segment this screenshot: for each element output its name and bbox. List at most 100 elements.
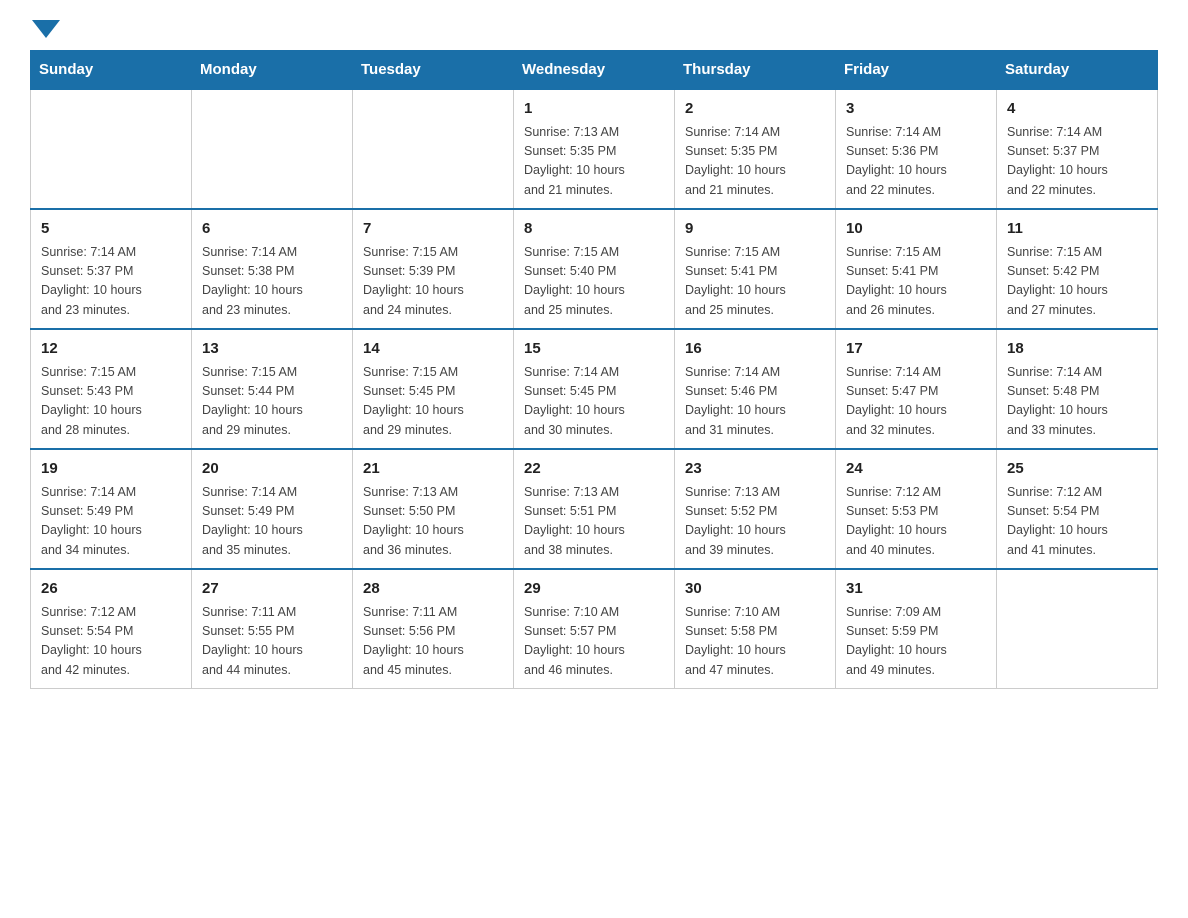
calendar-cell: 31Sunrise: 7:09 AMSunset: 5:59 PMDayligh… xyxy=(836,569,997,689)
day-number: 26 xyxy=(41,578,181,601)
calendar-cell: 30Sunrise: 7:10 AMSunset: 5:58 PMDayligh… xyxy=(675,569,836,689)
day-number: 10 xyxy=(846,218,986,241)
day-info: Sunrise: 7:15 AMSunset: 5:39 PMDaylight:… xyxy=(363,243,503,321)
calendar-cell: 6Sunrise: 7:14 AMSunset: 5:38 PMDaylight… xyxy=(192,209,353,329)
calendar-header-wednesday: Wednesday xyxy=(514,51,675,90)
calendar-cell: 19Sunrise: 7:14 AMSunset: 5:49 PMDayligh… xyxy=(31,449,192,569)
calendar-header-sunday: Sunday xyxy=(31,51,192,90)
calendar-cell: 22Sunrise: 7:13 AMSunset: 5:51 PMDayligh… xyxy=(514,449,675,569)
day-number: 31 xyxy=(846,578,986,601)
day-info: Sunrise: 7:12 AMSunset: 5:54 PMDaylight:… xyxy=(1007,483,1147,561)
day-info: Sunrise: 7:09 AMSunset: 5:59 PMDaylight:… xyxy=(846,603,986,681)
day-number: 11 xyxy=(1007,218,1147,241)
calendar-cell: 29Sunrise: 7:10 AMSunset: 5:57 PMDayligh… xyxy=(514,569,675,689)
calendar-week-2: 5Sunrise: 7:14 AMSunset: 5:37 PMDaylight… xyxy=(31,209,1158,329)
calendar-cell: 7Sunrise: 7:15 AMSunset: 5:39 PMDaylight… xyxy=(353,209,514,329)
day-info: Sunrise: 7:11 AMSunset: 5:55 PMDaylight:… xyxy=(202,603,342,681)
calendar-cell: 2Sunrise: 7:14 AMSunset: 5:35 PMDaylight… xyxy=(675,89,836,209)
calendar-cell: 9Sunrise: 7:15 AMSunset: 5:41 PMDaylight… xyxy=(675,209,836,329)
day-number: 22 xyxy=(524,458,664,481)
day-number: 1 xyxy=(524,98,664,121)
day-number: 21 xyxy=(363,458,503,481)
page-header xyxy=(30,20,1158,30)
day-info: Sunrise: 7:15 AMSunset: 5:45 PMDaylight:… xyxy=(363,363,503,441)
day-number: 14 xyxy=(363,338,503,361)
calendar-cell: 10Sunrise: 7:15 AMSunset: 5:41 PMDayligh… xyxy=(836,209,997,329)
calendar-cell: 21Sunrise: 7:13 AMSunset: 5:50 PMDayligh… xyxy=(353,449,514,569)
calendar-cell: 16Sunrise: 7:14 AMSunset: 5:46 PMDayligh… xyxy=(675,329,836,449)
calendar-header-saturday: Saturday xyxy=(997,51,1158,90)
day-number: 5 xyxy=(41,218,181,241)
calendar-cell: 28Sunrise: 7:11 AMSunset: 5:56 PMDayligh… xyxy=(353,569,514,689)
calendar-table: SundayMondayTuesdayWednesdayThursdayFrid… xyxy=(30,50,1158,689)
day-number: 18 xyxy=(1007,338,1147,361)
day-info: Sunrise: 7:14 AMSunset: 5:35 PMDaylight:… xyxy=(685,123,825,201)
day-info: Sunrise: 7:15 AMSunset: 5:44 PMDaylight:… xyxy=(202,363,342,441)
calendar-cell: 17Sunrise: 7:14 AMSunset: 5:47 PMDayligh… xyxy=(836,329,997,449)
day-number: 25 xyxy=(1007,458,1147,481)
day-info: Sunrise: 7:13 AMSunset: 5:50 PMDaylight:… xyxy=(363,483,503,561)
calendar-cell: 27Sunrise: 7:11 AMSunset: 5:55 PMDayligh… xyxy=(192,569,353,689)
calendar-cell: 26Sunrise: 7:12 AMSunset: 5:54 PMDayligh… xyxy=(31,569,192,689)
day-number: 27 xyxy=(202,578,342,601)
day-info: Sunrise: 7:15 AMSunset: 5:42 PMDaylight:… xyxy=(1007,243,1147,321)
calendar-cell: 23Sunrise: 7:13 AMSunset: 5:52 PMDayligh… xyxy=(675,449,836,569)
day-info: Sunrise: 7:12 AMSunset: 5:53 PMDaylight:… xyxy=(846,483,986,561)
day-info: Sunrise: 7:14 AMSunset: 5:48 PMDaylight:… xyxy=(1007,363,1147,441)
logo-triangle-icon xyxy=(32,20,60,38)
day-info: Sunrise: 7:13 AMSunset: 5:51 PMDaylight:… xyxy=(524,483,664,561)
calendar-week-4: 19Sunrise: 7:14 AMSunset: 5:49 PMDayligh… xyxy=(31,449,1158,569)
day-info: Sunrise: 7:14 AMSunset: 5:38 PMDaylight:… xyxy=(202,243,342,321)
day-info: Sunrise: 7:14 AMSunset: 5:47 PMDaylight:… xyxy=(846,363,986,441)
day-info: Sunrise: 7:10 AMSunset: 5:58 PMDaylight:… xyxy=(685,603,825,681)
calendar-cell: 5Sunrise: 7:14 AMSunset: 5:37 PMDaylight… xyxy=(31,209,192,329)
day-number: 6 xyxy=(202,218,342,241)
day-info: Sunrise: 7:15 AMSunset: 5:41 PMDaylight:… xyxy=(685,243,825,321)
calendar-header-monday: Monday xyxy=(192,51,353,90)
day-info: Sunrise: 7:14 AMSunset: 5:46 PMDaylight:… xyxy=(685,363,825,441)
calendar-week-1: 1Sunrise: 7:13 AMSunset: 5:35 PMDaylight… xyxy=(31,89,1158,209)
day-info: Sunrise: 7:14 AMSunset: 5:36 PMDaylight:… xyxy=(846,123,986,201)
day-number: 23 xyxy=(685,458,825,481)
calendar-cell: 20Sunrise: 7:14 AMSunset: 5:49 PMDayligh… xyxy=(192,449,353,569)
day-number: 12 xyxy=(41,338,181,361)
day-info: Sunrise: 7:14 AMSunset: 5:49 PMDaylight:… xyxy=(41,483,181,561)
calendar-week-5: 26Sunrise: 7:12 AMSunset: 5:54 PMDayligh… xyxy=(31,569,1158,689)
calendar-cell xyxy=(997,569,1158,689)
day-info: Sunrise: 7:14 AMSunset: 5:37 PMDaylight:… xyxy=(1007,123,1147,201)
calendar-cell xyxy=(192,89,353,209)
day-number: 17 xyxy=(846,338,986,361)
day-number: 7 xyxy=(363,218,503,241)
calendar-cell: 11Sunrise: 7:15 AMSunset: 5:42 PMDayligh… xyxy=(997,209,1158,329)
calendar-cell: 12Sunrise: 7:15 AMSunset: 5:43 PMDayligh… xyxy=(31,329,192,449)
day-info: Sunrise: 7:15 AMSunset: 5:41 PMDaylight:… xyxy=(846,243,986,321)
calendar-cell xyxy=(353,89,514,209)
day-info: Sunrise: 7:14 AMSunset: 5:45 PMDaylight:… xyxy=(524,363,664,441)
calendar-header-tuesday: Tuesday xyxy=(353,51,514,90)
day-info: Sunrise: 7:15 AMSunset: 5:40 PMDaylight:… xyxy=(524,243,664,321)
day-number: 20 xyxy=(202,458,342,481)
day-info: Sunrise: 7:13 AMSunset: 5:35 PMDaylight:… xyxy=(524,123,664,201)
day-number: 4 xyxy=(1007,98,1147,121)
day-info: Sunrise: 7:12 AMSunset: 5:54 PMDaylight:… xyxy=(41,603,181,681)
day-number: 16 xyxy=(685,338,825,361)
day-number: 19 xyxy=(41,458,181,481)
day-number: 15 xyxy=(524,338,664,361)
day-info: Sunrise: 7:10 AMSunset: 5:57 PMDaylight:… xyxy=(524,603,664,681)
calendar-header-thursday: Thursday xyxy=(675,51,836,90)
logo xyxy=(30,20,60,30)
day-info: Sunrise: 7:11 AMSunset: 5:56 PMDaylight:… xyxy=(363,603,503,681)
day-number: 3 xyxy=(846,98,986,121)
day-info: Sunrise: 7:14 AMSunset: 5:49 PMDaylight:… xyxy=(202,483,342,561)
calendar-week-3: 12Sunrise: 7:15 AMSunset: 5:43 PMDayligh… xyxy=(31,329,1158,449)
day-info: Sunrise: 7:15 AMSunset: 5:43 PMDaylight:… xyxy=(41,363,181,441)
day-number: 28 xyxy=(363,578,503,601)
calendar-cell: 13Sunrise: 7:15 AMSunset: 5:44 PMDayligh… xyxy=(192,329,353,449)
day-number: 2 xyxy=(685,98,825,121)
calendar-cell: 18Sunrise: 7:14 AMSunset: 5:48 PMDayligh… xyxy=(997,329,1158,449)
calendar-cell: 15Sunrise: 7:14 AMSunset: 5:45 PMDayligh… xyxy=(514,329,675,449)
calendar-cell: 14Sunrise: 7:15 AMSunset: 5:45 PMDayligh… xyxy=(353,329,514,449)
calendar-cell: 4Sunrise: 7:14 AMSunset: 5:37 PMDaylight… xyxy=(997,89,1158,209)
day-number: 30 xyxy=(685,578,825,601)
day-number: 29 xyxy=(524,578,664,601)
